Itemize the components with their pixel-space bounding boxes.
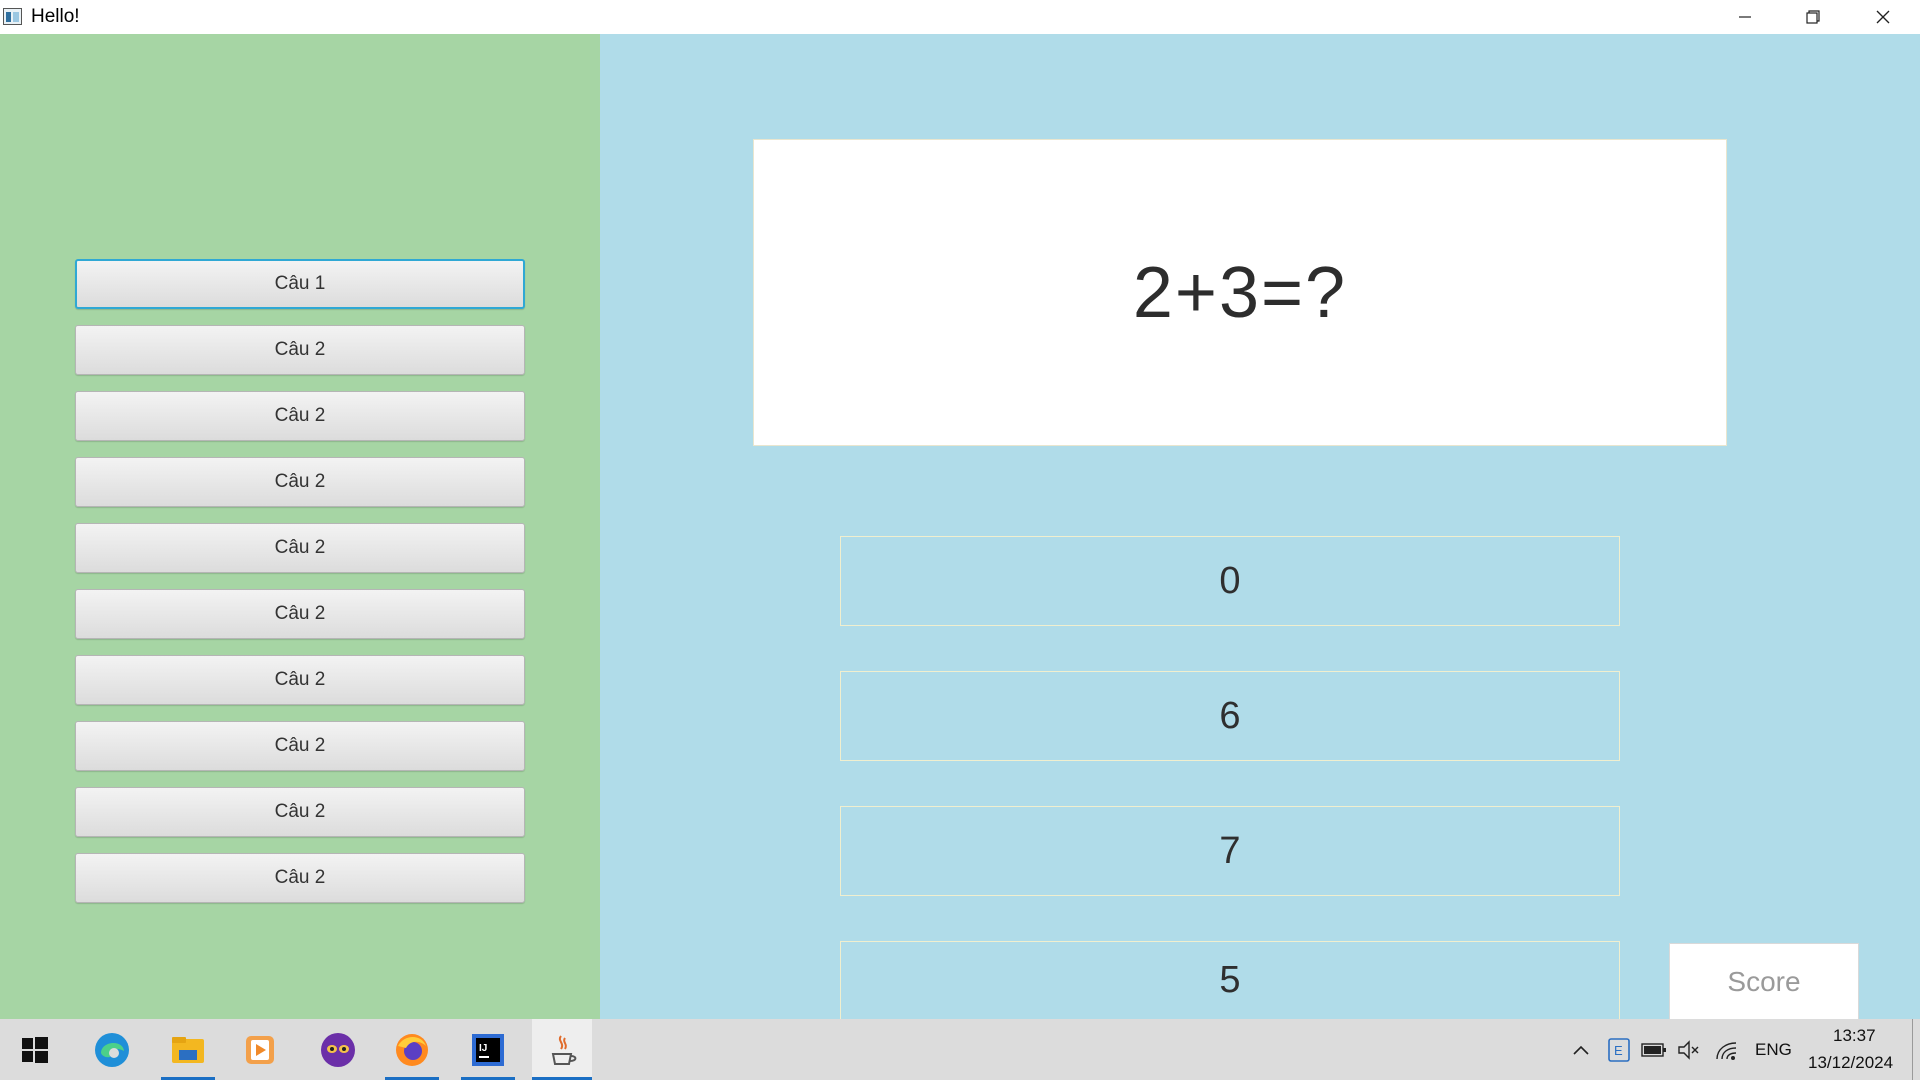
media-player-button[interactable] — [230, 1019, 290, 1080]
question-button-label: Câu 2 — [274, 471, 326, 492]
quiz-panel: 2+3=? 0 6 7 5 Score — [600, 34, 1920, 1019]
question-button-1[interactable]: Câu 1 — [75, 259, 525, 309]
question-button-9[interactable]: Câu 2 — [75, 787, 525, 837]
answer-label: 0 — [1219, 559, 1241, 602]
java-app-icon — [551, 1034, 577, 1065]
question-button-label: Câu 2 — [274, 669, 326, 690]
question-button-label: Câu 1 — [274, 273, 326, 294]
question-button-3[interactable]: Câu 2 — [75, 391, 525, 441]
volume-muted-icon — [1678, 1039, 1699, 1060]
minimize-button[interactable] — [1710, 0, 1780, 34]
windows-start-button[interactable] — [5, 1019, 65, 1080]
question-button-10[interactable]: Câu 2 — [75, 853, 525, 903]
answer-button-4[interactable]: 5 — [840, 941, 1620, 1019]
answer-button-3[interactable]: 7 — [840, 806, 1620, 896]
tray-app-button[interactable]: E — [1604, 1019, 1634, 1080]
game-mask-icon — [321, 1032, 355, 1067]
firefox-icon — [396, 1033, 428, 1066]
app-window-icon — [3, 8, 22, 25]
intellij-button[interactable]: IJ — [458, 1019, 518, 1080]
windows-start-icon — [22, 1036, 48, 1063]
question-button-label: Câu 2 — [274, 801, 326, 822]
question-button-7[interactable]: Câu 2 — [75, 655, 525, 705]
battery-button[interactable] — [1639, 1019, 1669, 1080]
edge-browser-button[interactable] — [82, 1019, 142, 1080]
question-button-label: Câu 2 — [274, 867, 326, 888]
question-button-label: Câu 2 — [274, 603, 326, 624]
game-app-button[interactable] — [308, 1019, 368, 1080]
java-app-button[interactable] — [532, 1019, 592, 1080]
volume-button[interactable] — [1674, 1019, 1704, 1080]
answer-button-2[interactable]: 6 — [840, 671, 1620, 761]
network-button[interactable] — [1711, 1019, 1741, 1080]
question-button-2[interactable]: Câu 2 — [75, 325, 525, 375]
clock-time[interactable]: 13:37 — [1833, 1026, 1876, 1046]
question-list-panel: Câu 1 Câu 2 Câu 2 Câu 2 Câu 2 Câu 2 Câu … — [0, 34, 600, 1019]
edge-browser-icon — [95, 1032, 129, 1067]
restore-button[interactable] — [1778, 0, 1848, 34]
question-button-label: Câu 2 — [274, 405, 326, 426]
title-bar: Hello! — [0, 0, 1920, 34]
question-button-label: Câu 2 — [274, 735, 326, 756]
question-display: 2+3=? — [753, 139, 1727, 446]
answer-button-1[interactable]: 0 — [840, 536, 1620, 626]
show-hidden-icons-button[interactable] — [1568, 1019, 1594, 1080]
wifi-icon — [1716, 1041, 1737, 1060]
question-button-8[interactable]: Câu 2 — [75, 721, 525, 771]
question-button-label: Câu 2 — [274, 339, 326, 360]
question-button-6[interactable]: Câu 2 — [75, 589, 525, 639]
score-label: Score — [1727, 965, 1801, 997]
file-explorer-button[interactable] — [158, 1019, 218, 1080]
clock-date[interactable]: 13/12/2024 — [1808, 1053, 1893, 1073]
intellij-icon: IJ — [472, 1033, 504, 1066]
battery-icon — [1641, 1042, 1666, 1057]
svg-text:E: E — [1614, 1043, 1623, 1058]
media-player-icon — [246, 1035, 274, 1064]
minimize-icon — [1739, 16, 1751, 18]
question-text: 2+3=? — [1132, 252, 1348, 333]
input-language-indicator[interactable]: ENG — [1755, 1040, 1792, 1060]
question-button-4[interactable]: Câu 2 — [75, 457, 525, 507]
chevron-up-icon — [1573, 1045, 1589, 1055]
answer-label: 7 — [1219, 829, 1241, 872]
show-desktop-divider[interactable] — [1912, 1019, 1913, 1080]
taskbar: IJ E ENG 13:37 13/12/2024 — [0, 1019, 1920, 1080]
file-explorer-icon — [172, 1036, 204, 1063]
close-button[interactable] — [1848, 0, 1918, 34]
question-button-label: Câu 2 — [274, 537, 326, 558]
restore-icon — [1806, 10, 1820, 24]
window-title: Hello! — [31, 6, 80, 27]
score-button[interactable]: Score — [1669, 943, 1859, 1019]
svg-text:IJ: IJ — [479, 1043, 487, 1054]
question-button-5[interactable]: Câu 2 — [75, 523, 525, 573]
tray-app-icon: E — [1608, 1037, 1630, 1062]
answer-label: 6 — [1219, 694, 1241, 737]
close-icon — [1876, 10, 1890, 24]
firefox-button[interactable] — [382, 1019, 442, 1080]
answer-label: 5 — [1219, 959, 1241, 1001]
